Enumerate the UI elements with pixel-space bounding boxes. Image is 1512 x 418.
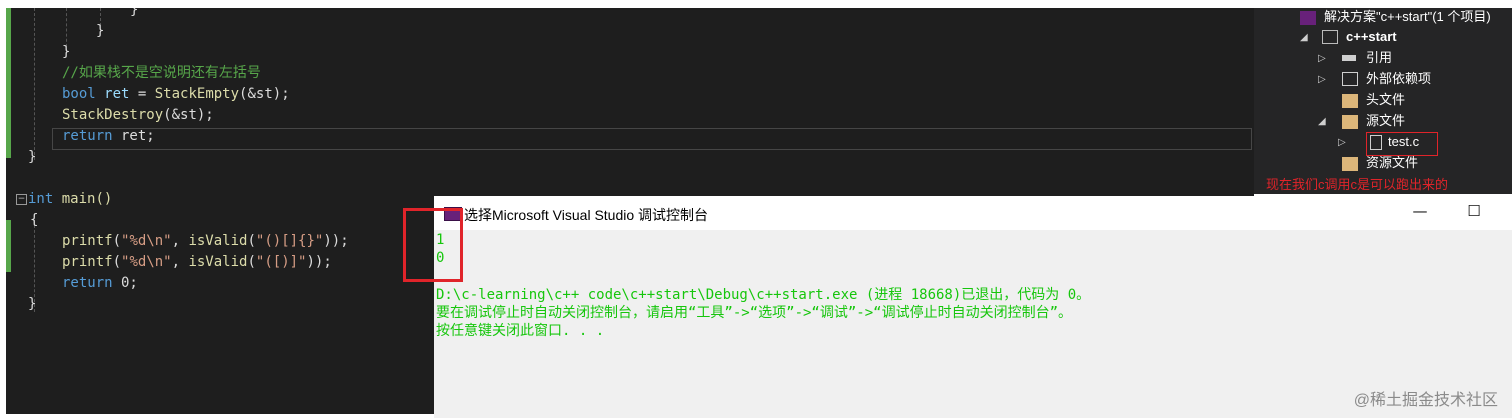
- code-line[interactable]: printf("%d\n", isValid("()[]{}"));: [62, 231, 349, 252]
- console-output-line: 按任意键关闭此窗口. . .: [436, 323, 605, 339]
- keyword: return: [62, 275, 113, 291]
- variable: ret: [104, 86, 130, 102]
- solution-node[interactable]: 解决方案"c++start"(1 个项目): [1324, 8, 1491, 27]
- solution-explorer: 解决方案"c++start"(1 个项目) ◢ c++start ▷ 引用 ▷ …: [1254, 8, 1512, 194]
- watermark: @稀土掘金技术社区: [1353, 392, 1498, 409]
- function-name: printf: [62, 254, 113, 270]
- code-line[interactable]: }: [130, 8, 138, 21]
- code-line[interactable]: }: [62, 42, 70, 63]
- console-title: 选择Microsoft Visual Studio 调试控制台: [464, 207, 709, 223]
- annotation-text: 现在我们c调用c是可以跑出来的: [1266, 174, 1449, 193]
- code-line[interactable]: }: [28, 294, 36, 315]
- minimize-button[interactable]: —: [1410, 202, 1430, 220]
- references-node[interactable]: 引用: [1366, 47, 1392, 68]
- function-name: isValid: [188, 254, 248, 270]
- code-comment: //如果栈不是空说明还有左括号: [62, 65, 261, 81]
- project-node[interactable]: c++start: [1346, 26, 1397, 47]
- code-line[interactable]: }: [96, 21, 104, 42]
- references-icon: [1342, 55, 1356, 61]
- code-line[interactable]: {: [30, 210, 38, 231]
- collapse-icon[interactable]: −: [16, 194, 27, 205]
- external-deps-node[interactable]: 外部依赖项: [1366, 68, 1431, 89]
- collapsed-arrow-icon[interactable]: ▷: [1318, 53, 1326, 64]
- highlight-box: [1366, 132, 1438, 156]
- code-line[interactable]: return ret;: [62, 126, 155, 147]
- folder-icon: [1342, 94, 1358, 108]
- code-line[interactable]: StackDestroy(&st);: [62, 105, 214, 126]
- code-line[interactable]: bool ret = StackEmpty(&st);: [62, 84, 290, 105]
- expanded-arrow-icon[interactable]: ◢: [1300, 32, 1308, 43]
- debug-console-window[interactable]: 选择Microsoft Visual Studio 调试控制台 — ☐ 1 0 …: [434, 196, 1512, 418]
- function-name: printf: [62, 233, 113, 249]
- function-name: isValid: [188, 233, 248, 249]
- function-name: StackEmpty: [154, 86, 240, 102]
- change-indicator-bar: [6, 8, 11, 158]
- expanded-arrow-icon[interactable]: ◢: [1318, 116, 1326, 127]
- code-line[interactable]: printf("%d\n", isValid("([)]"));: [62, 252, 332, 273]
- folder-icon: [1342, 157, 1358, 171]
- current-line-highlight: [52, 128, 1252, 150]
- string-literal: "%d\n": [121, 233, 172, 249]
- console-titlebar[interactable]: 选择Microsoft Visual Studio 调试控制台 — ☐: [434, 196, 1512, 230]
- code-line[interactable]: int main(): [28, 189, 112, 210]
- collapsed-arrow-icon[interactable]: ▷: [1318, 74, 1326, 85]
- code-line[interactable]: return 0;: [62, 273, 138, 294]
- string-literal: "()[]{}": [255, 233, 324, 249]
- keyword: return: [62, 128, 113, 144]
- console-output-line: 要在调试停止时自动关闭控制台，请启用“工具”->“选项”->“调试”->“调试停…: [436, 305, 1072, 321]
- external-deps-icon: [1342, 72, 1358, 86]
- change-indicator-bar: [6, 220, 11, 272]
- function-name: StackDestroy: [62, 107, 164, 123]
- headers-node[interactable]: 头文件: [1366, 89, 1405, 110]
- keyword: bool: [62, 86, 96, 102]
- code-line[interactable]: }: [28, 147, 36, 168]
- sources-node[interactable]: 源文件: [1366, 110, 1405, 131]
- string-literal: "%d\n": [121, 254, 172, 270]
- code-line[interactable]: //如果栈不是空说明还有左括号: [62, 63, 261, 84]
- folder-icon: [1342, 115, 1358, 129]
- project-icon: [1322, 30, 1338, 44]
- keyword: int: [28, 191, 54, 207]
- function-name: main(): [53, 191, 113, 207]
- solution-icon: [1300, 11, 1316, 25]
- highlight-box: [403, 208, 463, 282]
- string-literal: "([)]": [255, 254, 307, 270]
- collapsed-arrow-icon[interactable]: ▷: [1338, 137, 1346, 148]
- maximize-button[interactable]: ☐: [1464, 202, 1484, 220]
- console-output-line: D:\c-learning\c++ code\c++start\Debug\c+…: [436, 287, 1091, 303]
- indent-guide: [34, 8, 35, 160]
